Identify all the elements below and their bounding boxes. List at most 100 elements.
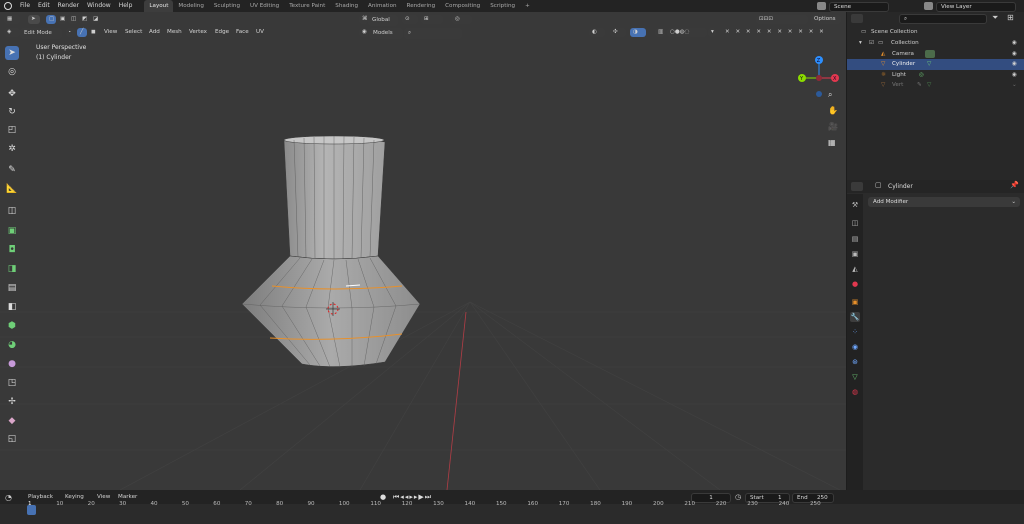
menu-render[interactable]: Render [54, 0, 83, 12]
tab-render-icon[interactable]: ◫ [850, 218, 860, 228]
new-collection-icon[interactable]: ⊞ [1007, 13, 1014, 22]
tool-scale-icon[interactable]: ◰ [5, 123, 19, 137]
camera-view-icon[interactable]: 🎥 [828, 122, 840, 134]
menu-face[interactable]: Face [236, 28, 249, 37]
visibility-eye-icon[interactable]: ◉ [1012, 38, 1017, 49]
menu-select[interactable]: Select [125, 28, 142, 37]
tab-tool-icon[interactable]: ⚒ [850, 200, 860, 210]
tool-edge-slide-icon[interactable]: ◳ [5, 376, 19, 390]
menu-keying[interactable]: Keying [65, 493, 84, 502]
tool-rip-icon[interactable]: ◱ [5, 432, 19, 446]
vert-modifier-icon[interactable]: ✎ [917, 80, 922, 91]
tab-object-icon[interactable]: ▣ [850, 297, 860, 307]
view-layer-field[interactable]: View Layer [936, 1, 1016, 12]
tab-modeling[interactable]: Modeling [173, 0, 208, 12]
select-mode-subtract-icon[interactable]: ◫ [68, 15, 78, 24]
outliner-row-camera[interactable]: ◭ Camera ◉ [847, 49, 1024, 60]
tool-select-box-icon[interactable]: ➤ [5, 46, 19, 60]
visibility-eye-icon[interactable]: ◉ [1012, 70, 1017, 81]
outliner-row-light[interactable]: ☼ Light ◎ ◉ [847, 70, 1024, 81]
playback-controls-icon[interactable]: ⏮◂◂▸▸▶⏭ [393, 493, 432, 502]
timeline-editor-icon[interactable]: ◔ [5, 493, 12, 502]
scene-icon[interactable] [817, 2, 826, 10]
gizmo-toggle-icon[interactable]: ✣ [610, 28, 626, 37]
mesh-edit-mode-icon[interactable]: ⊡⊡⊡ [756, 15, 808, 24]
light-data-icon[interactable]: ◎ [919, 70, 924, 81]
menu-add[interactable]: Add [149, 28, 160, 37]
select-mode-invert-icon[interactable]: ◩ [79, 15, 89, 24]
tool-shear-icon[interactable]: ◆ [5, 414, 19, 428]
tab-scripting[interactable]: Scripting [485, 0, 520, 12]
tab-material-icon[interactable]: ◍ [850, 387, 860, 397]
collection-checkbox-icon[interactable]: ☑ [869, 38, 874, 49]
outliner-search-input[interactable]: ⌕ [899, 14, 987, 24]
visibility-eye-icon[interactable]: ◉ [1012, 59, 1017, 70]
snap-icon[interactable]: ⊞ [421, 15, 443, 24]
options-dropdown[interactable]: Options [811, 15, 841, 24]
grid-view-icon[interactable]: ▦ [828, 138, 840, 150]
menu-mesh[interactable]: Mesh [167, 28, 182, 37]
menu-file[interactable]: File [16, 0, 34, 12]
menu-help[interactable]: Help [115, 0, 137, 12]
select-mode-intersect-icon[interactable]: ◪ [90, 15, 100, 24]
outliner-row-cylinder[interactable]: ▽ Cylinder ▽ ◉ [847, 59, 1024, 70]
tab-world-icon[interactable]: ● [850, 279, 860, 289]
tab-shading[interactable]: Shading [330, 0, 363, 12]
face-select-icon[interactable]: ◼ [88, 28, 98, 37]
select-mode-new-icon[interactable]: ▢ [46, 15, 56, 24]
menu-view[interactable]: View [104, 28, 117, 37]
edge-select-icon[interactable]: ╱ [77, 28, 87, 37]
3d-viewport[interactable]: Z X Y ▦ ➤ ▢ ▣ ◫ ◩ ◪ ⌘ Global ⊙ ⊞ ◎ ⊡⊡⊡ O… [0, 12, 846, 490]
tool-bevel-icon[interactable]: ◨ [5, 262, 19, 276]
shading-solid-icon[interactable]: ○●◍◌ [667, 28, 707, 37]
zoom-icon[interactable]: ⌕ [828, 90, 840, 102]
filter-icon[interactable]: ⏷ [992, 13, 998, 23]
camera-data-icon[interactable] [925, 49, 935, 58]
pan-hand-icon[interactable]: ✋ [828, 106, 840, 118]
tab-view-layer-icon[interactable]: ▣ [850, 249, 860, 259]
outliner-row-collection[interactable]: ▾ ☑ ▭ Collection ◉ [847, 38, 1024, 49]
view-layer-icon[interactable] [924, 2, 933, 10]
outliner-row-scene-collection[interactable]: ▭ Scene Collection [847, 27, 1024, 38]
shading-options-icon[interactable]: ▾ [708, 28, 716, 37]
tool-add-cube-icon[interactable]: ◫ [5, 204, 19, 218]
mesh-data-icon[interactable]: ▽ [927, 59, 931, 70]
tab-scene-icon[interactable]: ◭ [850, 264, 860, 274]
tab-data-icon[interactable]: ▽ [850, 372, 860, 382]
tab-output-icon[interactable]: ▤ [850, 234, 860, 244]
tool-move-icon[interactable]: ✥ [5, 87, 19, 101]
menu-window[interactable]: Window [83, 0, 115, 12]
tool-spin-icon[interactable]: ◕ [5, 338, 19, 352]
tool-rotate-icon[interactable]: ↻ [5, 105, 19, 119]
tab-compositing[interactable]: Compositing [440, 0, 485, 12]
tab-texture-paint[interactable]: Texture Paint [284, 0, 330, 12]
tool-smooth-icon[interactable]: ● [5, 357, 19, 371]
menu-edit[interactable]: Edit [34, 0, 54, 12]
visibility-icon[interactable]: ◐ [589, 28, 605, 37]
scene-field[interactable]: Scene [829, 1, 889, 12]
tab-rendering[interactable]: Rendering [402, 0, 441, 12]
menu-timeline-view[interactable]: View [97, 493, 110, 502]
tab-constraints-icon[interactable]: ⊛ [850, 357, 860, 367]
vert-data-icon[interactable]: ▽ [927, 80, 931, 91]
tab-sculpting[interactable]: Sculpting [209, 0, 245, 12]
tool-poly-build-icon[interactable]: ⬢ [5, 319, 19, 333]
editor-type-button-row2[interactable]: ◈ [4, 28, 20, 37]
blender-logo-icon[interactable] [4, 2, 12, 10]
tool-measure-icon[interactable]: 📐 [5, 182, 19, 196]
expand-collection-icon[interactable]: ▾ [859, 38, 862, 49]
vertex-select-icon[interactable]: ⬝ [66, 28, 76, 37]
models-dropdown[interactable]: Models [369, 28, 403, 39]
mode-dropdown[interactable]: Edit Mode [20, 28, 62, 39]
tab-animation[interactable]: Animation [363, 0, 402, 12]
outliner-row-vert[interactable]: ▽ Vert ✎ ▽ ⌄ [847, 80, 1024, 91]
tool-shrink-icon[interactable]: ✢ [5, 395, 19, 409]
pivot-point-icon[interactable]: ⊙ [402, 15, 418, 24]
viewport-search-input[interactable]: ⌕ [404, 28, 462, 39]
properties-editor-icon[interactable] [851, 182, 863, 191]
tool-cursor-icon[interactable]: ◎ [5, 65, 19, 79]
tool-annotate-icon[interactable]: ✎ [5, 163, 19, 177]
pin-icon[interactable]: 📌 [1010, 181, 1019, 189]
overlay-toggle-icon[interactable]: ◑ [630, 28, 646, 37]
tool-loop-cut-icon[interactable]: ▤ [5, 281, 19, 295]
